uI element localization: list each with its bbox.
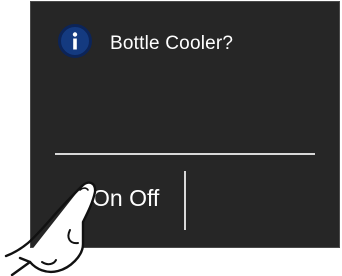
screen: Bottle Cooler? On Off [0, 0, 342, 276]
toggle-label: On Off [92, 185, 160, 211]
dialog-title: Bottle Cooler? [110, 33, 234, 54]
on-off-toggle-button[interactable]: On Off [58, 168, 182, 230]
vertical-divider [184, 171, 186, 230]
horizontal-divider [55, 153, 315, 155]
info-icon [58, 24, 92, 58]
